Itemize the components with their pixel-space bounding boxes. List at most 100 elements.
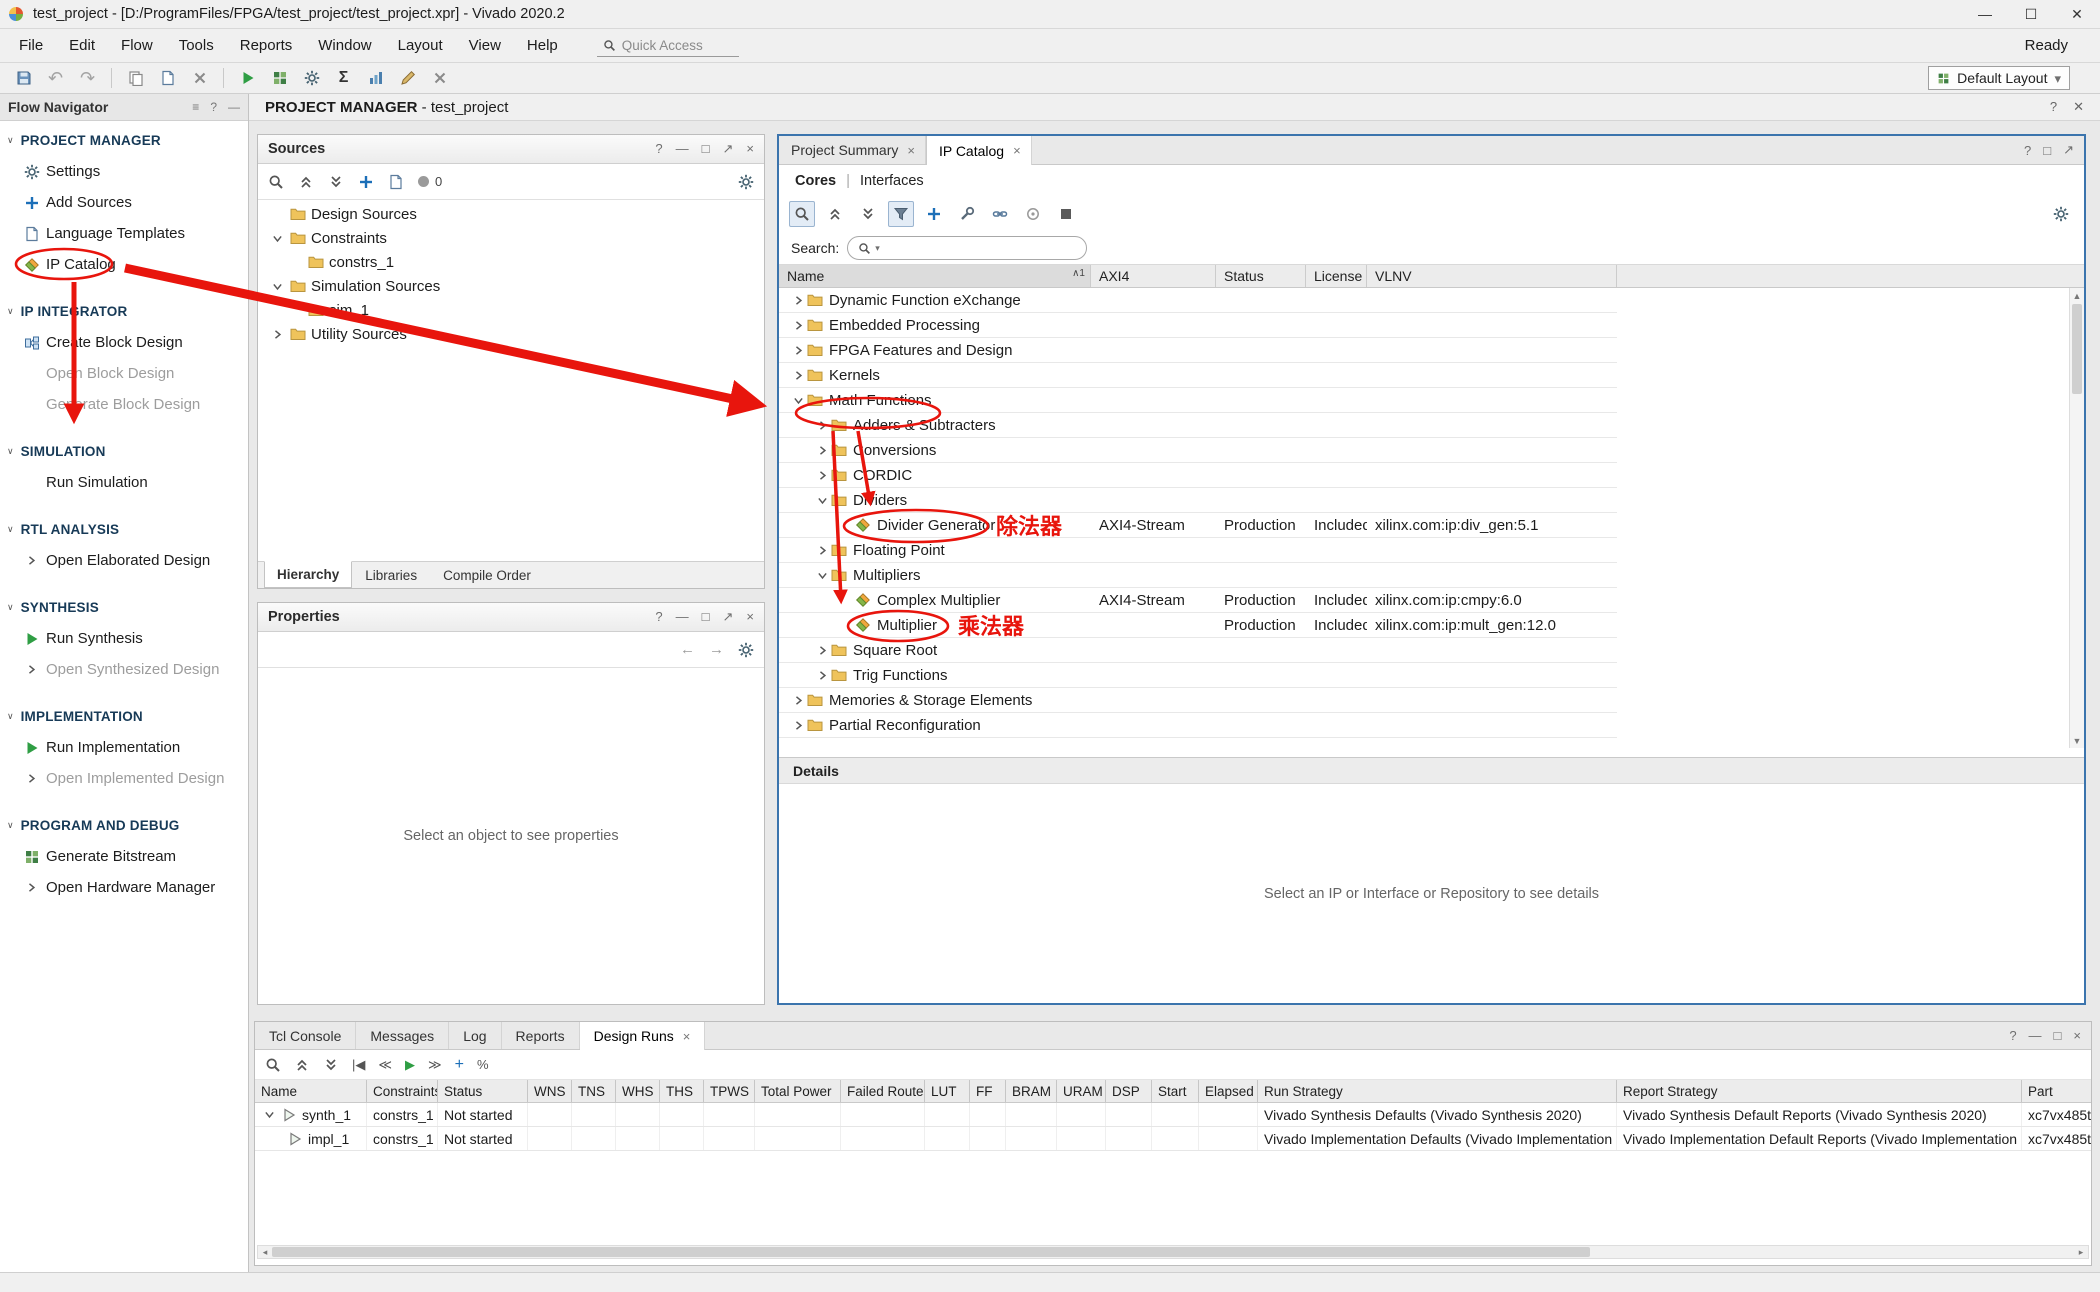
close-icon[interactable]: ×: [746, 609, 754, 625]
maximize-icon[interactable]: □: [702, 141, 710, 157]
sources-item-constrs-1[interactable]: constrs_1: [258, 250, 764, 274]
search-button[interactable]: [265, 1057, 281, 1073]
percent-button[interactable]: %: [477, 1057, 489, 1072]
edit-button[interactable]: [394, 66, 421, 91]
vertical-scrollbar[interactable]: ▲ ▼: [2069, 288, 2084, 748]
flow-section-header-simulation[interactable]: ∨ SIMULATION: [0, 436, 248, 467]
ip-row-math-functions[interactable]: Math Functions: [779, 388, 1617, 413]
delete-button[interactable]: [186, 66, 213, 91]
sources-item-utility-sources[interactable]: Utility Sources: [258, 322, 764, 346]
minimize-icon[interactable]: —: [228, 100, 240, 114]
help-icon[interactable]: ?: [2050, 99, 2057, 115]
ip-add-repository-button[interactable]: [921, 201, 947, 227]
scrollbar-thumb[interactable]: [2072, 304, 2082, 394]
scrollbar-thumb[interactable]: [272, 1247, 1590, 1257]
ip-row-embedded-processing[interactable]: Embedded Processing: [779, 313, 1617, 338]
sum-button[interactable]: Σ: [330, 66, 357, 91]
runs-column-status[interactable]: Status: [438, 1080, 528, 1102]
ip-row-complex-multiplier[interactable]: Complex Multiplier AXI4-Stream Productio…: [779, 588, 1617, 613]
quick-access-search[interactable]: Quick Access: [597, 34, 739, 57]
tab-reports[interactable]: Reports: [502, 1022, 580, 1049]
sources-settings-button[interactable]: [738, 174, 754, 190]
copy-button[interactable]: [122, 66, 149, 91]
ip-search-button[interactable]: [789, 201, 815, 227]
launch-run-button[interactable]: ▶: [405, 1057, 415, 1073]
tab-log[interactable]: Log: [449, 1022, 501, 1049]
create-run-button[interactable]: +: [455, 1056, 464, 1074]
ip-panel-settings-button[interactable]: [2048, 201, 2074, 227]
ip-column-name[interactable]: Name∧1: [779, 265, 1091, 287]
menu-file[interactable]: File: [6, 33, 56, 59]
view-cores[interactable]: Cores: [795, 173, 836, 189]
sources-item-constraints[interactable]: Constraints: [258, 226, 764, 250]
ip-row-kernels[interactable]: Kernels: [779, 363, 1617, 388]
runs-column-name[interactable]: Name: [255, 1080, 367, 1102]
scroll-left-icon[interactable]: ◂: [258, 1247, 272, 1258]
view-interfaces[interactable]: Interfaces: [860, 173, 924, 189]
flow-item-open-elaborated-design[interactable]: Open Elaborated Design: [0, 545, 248, 576]
runs-column-report-strategy[interactable]: Report Strategy: [1617, 1080, 2022, 1102]
scroll-right-icon[interactable]: ▸: [2074, 1247, 2088, 1258]
ip-row-multiplier[interactable]: Multiplier Production Included xilinx.co…: [779, 613, 1617, 638]
ip-collapse-all-button[interactable]: [822, 201, 848, 227]
tab-ip-catalog[interactable]: IP Catalog ×: [926, 136, 1032, 165]
close-icon[interactable]: ✕: [2073, 99, 2084, 115]
maximize-button[interactable]: ☐: [2008, 0, 2054, 28]
flow-steps-button[interactable]: [266, 66, 293, 91]
close-icon[interactable]: ×: [907, 143, 915, 158]
flow-item-open-block-design[interactable]: Open Block Design: [0, 358, 248, 389]
menu-window[interactable]: Window: [305, 33, 384, 59]
flow-item-add-sources[interactable]: Add Sources: [0, 187, 248, 218]
help-icon[interactable]: ?: [2009, 1028, 2016, 1043]
maximize-icon[interactable]: □: [702, 609, 710, 625]
runs-column-wns[interactable]: WNS: [528, 1080, 572, 1102]
help-icon[interactable]: ?: [655, 609, 662, 625]
properties-settings-button[interactable]: [738, 642, 754, 658]
sources-item-simulation-sources[interactable]: Simulation Sources: [258, 274, 764, 298]
flow-item-ip-catalog[interactable]: IP Catalog: [0, 249, 248, 280]
redo-button[interactable]: ↷: [74, 66, 101, 91]
flow-item-open-implemented-design[interactable]: Open Implemented Design: [0, 763, 248, 794]
ip-row-fpga-features-and-design[interactable]: FPGA Features and Design: [779, 338, 1617, 363]
forward-button[interactable]: →: [709, 641, 724, 658]
runs-column-tpws[interactable]: TPWS: [704, 1080, 755, 1102]
scroll-down-icon[interactable]: ▼: [2070, 733, 2084, 748]
missing-sources-button[interactable]: [388, 174, 404, 190]
menu-icon[interactable]: ≡: [192, 100, 199, 114]
back-button[interactable]: ←: [680, 641, 695, 658]
menu-reports[interactable]: Reports: [227, 33, 306, 59]
runs-column-whs[interactable]: WHS: [616, 1080, 660, 1102]
cancel-button[interactable]: [426, 66, 453, 91]
minimize-icon[interactable]: —: [2029, 1028, 2042, 1043]
ip-settings-wrench-button[interactable]: [954, 201, 980, 227]
float-icon[interactable]: □: [2043, 143, 2051, 158]
horizontal-scrollbar[interactable]: ◂ ▸: [257, 1245, 2089, 1259]
search-button[interactable]: [268, 174, 284, 190]
runs-column-uram[interactable]: URAM: [1057, 1080, 1106, 1102]
save-button[interactable]: [10, 66, 37, 91]
expand-all-button[interactable]: [323, 1057, 339, 1073]
menu-view[interactable]: View: [456, 33, 514, 59]
float-icon[interactable]: ↗: [723, 609, 734, 625]
ip-row-memories-storage-elements[interactable]: Memories & Storage Elements: [779, 688, 1617, 713]
flow-item-open-hardware-manager[interactable]: Open Hardware Manager: [0, 872, 248, 903]
chart-button[interactable]: [362, 66, 389, 91]
maximize-icon[interactable]: ↗: [2063, 142, 2074, 158]
runs-column-bram[interactable]: BRAM: [1006, 1080, 1057, 1102]
run-row-impl-1[interactable]: impl_1 constrs_1Not startedVivado Implem…: [255, 1127, 2091, 1151]
settings-button[interactable]: [298, 66, 325, 91]
help-icon[interactable]: ?: [655, 141, 662, 157]
runs-column-elapsed[interactable]: Elapsed: [1199, 1080, 1258, 1102]
ip-target-button[interactable]: [1020, 201, 1046, 227]
menu-help[interactable]: Help: [514, 33, 571, 59]
ip-row-cordic[interactable]: CORDIC: [779, 463, 1617, 488]
runs-column-ff[interactable]: FF: [970, 1080, 1006, 1102]
ip-column-vlnv[interactable]: VLNV: [1367, 265, 1617, 287]
ip-column-status[interactable]: Status: [1216, 265, 1306, 287]
flow-item-create-block-design[interactable]: Create Block Design: [0, 327, 248, 358]
ip-row-square-root[interactable]: Square Root: [779, 638, 1617, 663]
sources-tab-libraries[interactable]: Libraries: [352, 562, 430, 588]
step-back-button[interactable]: ≪: [378, 1057, 392, 1073]
maximize-icon[interactable]: □: [2054, 1028, 2062, 1043]
runs-column-dsp[interactable]: DSP: [1106, 1080, 1152, 1102]
